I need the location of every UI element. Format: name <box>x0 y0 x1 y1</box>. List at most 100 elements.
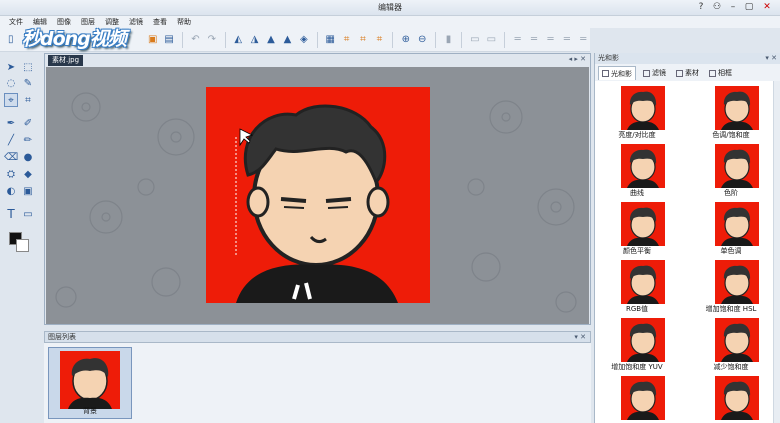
cartoon-boy-illustration <box>235 104 398 303</box>
watermark-logo: 秒dōng视频 <box>22 28 127 50</box>
tab-checkbox-icon <box>709 69 716 77</box>
effect-thumbnail <box>621 318 665 362</box>
redo-icon[interactable]: ↷ <box>205 33 218 47</box>
align-left-icon[interactable]: ▭ <box>468 33 481 47</box>
layer-item[interactable]: 背景 <box>48 347 132 419</box>
effect-hue-saturation[interactable]: 色调/饱和度 <box>691 83 771 141</box>
brush-icon[interactable]: ✐ <box>21 116 35 130</box>
gradient-icon[interactable]: ▣ <box>21 184 35 198</box>
document-tab[interactable]: 素材.jpg <box>48 55 84 66</box>
layers-panel-header: 图层列表 ▾ ✕ <box>44 331 591 343</box>
crop-icon[interactable]: ⌗ <box>340 33 353 47</box>
save-icon[interactable]: ▣ <box>146 33 159 47</box>
zoom-out-icon[interactable]: ⊖ <box>415 33 428 47</box>
fill-icon[interactable]: ◐ <box>4 184 18 198</box>
effect-more-2[interactable] <box>691 373 771 423</box>
effects-panel-title: 光和影 <box>598 54 619 62</box>
menu-view[interactable]: 查看 <box>148 16 172 28</box>
blur-icon[interactable]: ● <box>21 150 35 164</box>
distribute-center-icon[interactable]: ═ <box>527 33 540 47</box>
pencil-icon[interactable]: ✏ <box>21 133 35 147</box>
canvas-panel: 素材.jpg ◂ ▸ ✕ <box>44 53 591 325</box>
layers-panel-title: 图层列表 <box>48 333 76 341</box>
layers-panel-controls[interactable]: ▾ ✕ <box>574 332 586 343</box>
flip-vertical-icon[interactable]: ◮ <box>248 33 261 47</box>
flip-horizontal-icon[interactable]: ◭ <box>232 33 245 47</box>
effect-saturation-yuv[interactable]: 增加饱和度 YUV <box>597 315 677 373</box>
photo-image[interactable] <box>206 87 430 303</box>
effect-thumbnail <box>621 144 665 188</box>
align-center-icon[interactable]: ▭ <box>485 33 498 47</box>
tab-checkbox-icon <box>602 70 609 77</box>
effect-thumbnail <box>621 260 665 304</box>
tab-materials[interactable]: 素材 <box>673 66 702 80</box>
stamp-icon[interactable]: ⛭ <box>4 167 18 181</box>
menu-filter[interactable]: 滤镜 <box>124 16 148 28</box>
effect-color-balance[interactable]: 颜色平衡 <box>597 199 677 257</box>
effect-thumbnail <box>621 202 665 246</box>
new-file-icon[interactable]: ▯ <box>4 33 17 47</box>
effect-saturation-hsl[interactable]: 增加饱和度 HSL <box>691 257 771 315</box>
window-title: 编辑器 <box>378 3 402 12</box>
text-tool-icon[interactable]: T <box>4 207 18 221</box>
dodge-icon[interactable]: ◆ <box>21 167 35 181</box>
zoom-in-icon[interactable]: ⊕ <box>399 33 412 47</box>
resize-icon[interactable]: ⌗ <box>356 33 369 47</box>
effect-levels[interactable]: 色阶 <box>691 141 771 199</box>
effect-thumbnail <box>715 144 759 188</box>
effect-desaturate[interactable]: 减少饱和度 <box>691 315 771 373</box>
marquee-tool-icon[interactable]: ⬚ <box>21 60 35 74</box>
window-controls: ? ⚇ – ▢ ✕ <box>694 1 776 14</box>
effect-brightness-contrast[interactable]: 亮度/对比度 <box>597 83 677 141</box>
maximize-button[interactable]: ▢ <box>742 1 756 14</box>
effect-curves[interactable]: 曲线 <box>597 141 677 199</box>
rectangle-tool-icon[interactable]: ▭ <box>21 207 35 221</box>
effect-more-1[interactable] <box>597 373 677 423</box>
eraser-icon[interactable]: ⌫ <box>4 150 18 164</box>
menu-help[interactable]: 帮助 <box>172 16 196 28</box>
help-button[interactable]: ? <box>694 1 708 14</box>
effects-panel: 光和影 ▾ ✕ 光和影 滤镜 素材 相框 亮度/对比度 色调/饱和度 曲线 色阶… <box>594 53 780 423</box>
effects-tabs: 光和影 滤镜 素材 相框 <box>595 66 780 80</box>
effects-panel-controls[interactable]: ▾ ✕ <box>765 53 777 64</box>
tab-light-shadow[interactable]: 光和影 <box>598 66 636 80</box>
distribute-bottom-icon[interactable]: ═ <box>577 33 590 47</box>
layer-name: 背景 <box>83 407 97 415</box>
effect-thumbnail <box>715 318 759 362</box>
effect-thumbnail <box>715 376 759 420</box>
pointer-tool-icon[interactable]: ➤ <box>4 60 18 74</box>
distribute-left-icon[interactable]: ═ <box>511 33 524 47</box>
tab-filters[interactable]: 滤镜 <box>640 66 669 80</box>
line-tool-icon[interactable]: ╱ <box>4 133 18 147</box>
magic-wand-icon[interactable]: ✎ <box>21 76 35 90</box>
background-color-swatch[interactable] <box>16 239 29 252</box>
distribute-right-icon[interactable]: ═ <box>544 33 557 47</box>
layers-list: 背景 <box>44 343 591 423</box>
polygon-select-icon[interactable]: ⌖ <box>4 93 18 107</box>
rotate-left-icon[interactable]: ▲ <box>264 33 277 47</box>
effects-scrollbar[interactable] <box>773 81 780 423</box>
effect-monotone[interactable]: 单色调 <box>691 199 771 257</box>
distribute-top-icon[interactable]: ═ <box>560 33 573 47</box>
layer-up-icon[interactable]: ▮ <box>442 33 455 47</box>
effect-thumbnail <box>621 376 665 420</box>
effects-grid: 亮度/对比度 色调/饱和度 曲线 色阶 颜色平衡 单色调 RGB值 增加饱和度 … <box>595 81 780 423</box>
lasso-tool-icon[interactable]: ◌ <box>4 76 18 90</box>
eyedropper-icon[interactable]: ✒ <box>4 116 18 130</box>
rotate-right-icon[interactable]: ▲ <box>281 33 294 47</box>
crop-tool-icon[interactable]: ⌗ <box>21 93 35 107</box>
minimize-button[interactable]: – <box>726 1 740 14</box>
layer-thumbnail <box>60 351 120 409</box>
canvas-panel-controls[interactable]: ◂ ▸ ✕ <box>569 54 586 65</box>
grid-icon[interactable]: ▦ <box>323 33 336 47</box>
tab-frames[interactable]: 相框 <box>706 66 735 80</box>
canvas-size-icon[interactable]: ⌗ <box>373 33 386 47</box>
undo-icon[interactable]: ↶ <box>189 33 202 47</box>
transform-icon[interactable]: ◈ <box>297 33 310 47</box>
effect-rgb[interactable]: RGB值 <box>597 257 677 315</box>
print-icon[interactable]: ▤ <box>162 33 175 47</box>
effects-panel-header: 光和影 ▾ ✕ <box>595 53 780 64</box>
close-button[interactable]: ✕ <box>758 1 776 14</box>
canvas-background <box>46 67 589 324</box>
user-icon[interactable]: ⚇ <box>710 1 724 14</box>
